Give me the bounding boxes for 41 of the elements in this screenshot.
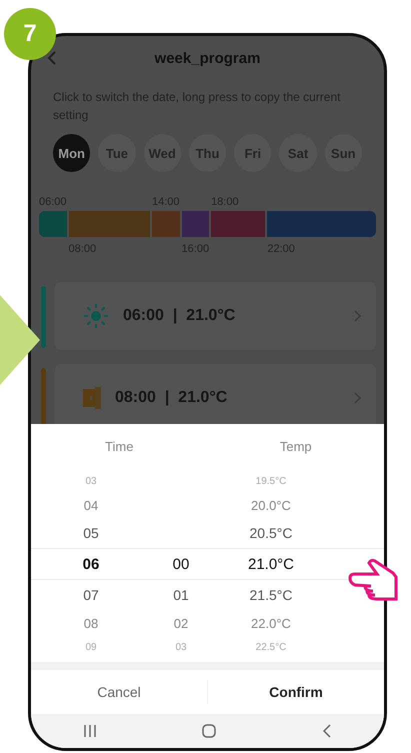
temp-option[interactable]: 20.0°C: [211, 498, 331, 512]
hour-option[interactable]: 07: [31, 587, 151, 603]
program-text: 06:00 | 21.0°C: [123, 307, 236, 325]
program-text: 08:00 | 21.0°C: [115, 389, 228, 407]
cancel-button[interactable]: Cancel: [31, 670, 207, 714]
hour-option[interactable]: 06: [31, 556, 151, 572]
temp-option[interactable]: 21.0°C: [211, 556, 331, 572]
day-tab[interactable]: Mon: [53, 134, 90, 172]
back-icon[interactable]: [322, 724, 331, 738]
step-badge: 7: [4, 8, 56, 60]
hour-option[interactable]: 03: [31, 476, 151, 486]
recent-apps-icon[interactable]: [84, 724, 96, 738]
minute-option[interactable]: 01: [173, 587, 189, 603]
hour-option[interactable]: 09: [31, 642, 151, 652]
sun-icon: [83, 303, 109, 329]
back-icon[interactable]: [47, 51, 57, 65]
hour-option[interactable]: 08: [31, 616, 151, 630]
timeline-segment[interactable]: [267, 211, 376, 237]
temp-option[interactable]: 22.0°C: [211, 616, 331, 630]
hour-option[interactable]: 05: [31, 525, 151, 541]
minute-option[interactable]: 00: [172, 556, 190, 572]
timeline-segment[interactable]: [39, 211, 67, 237]
temp-option[interactable]: 19.5°C: [211, 476, 331, 486]
chevron-icon: [354, 310, 362, 322]
column-header: Temp: [278, 438, 313, 454]
door-icon: [83, 387, 101, 409]
temp-option[interactable]: 20.5°C: [211, 525, 331, 541]
timeline-segment[interactable]: [68, 211, 150, 237]
timeline-segment[interactable]: [211, 211, 266, 237]
temp-option[interactable]: 22.5°C: [211, 642, 331, 652]
column-header: Time: [104, 438, 134, 454]
home-icon[interactable]: [202, 724, 216, 738]
timeline-segment[interactable]: [182, 211, 210, 237]
minute-option[interactable]: 03: [175, 642, 187, 652]
temp-option[interactable]: 21.5°C: [211, 587, 331, 603]
chevron-icon: [354, 392, 362, 404]
minute-option[interactable]: 02: [174, 616, 188, 630]
confirm-button[interactable]: Confirm: [208, 670, 384, 714]
hour-option[interactable]: 04: [31, 498, 151, 512]
timeline-segment[interactable]: [152, 211, 180, 237]
page-title: week_program: [154, 50, 260, 66]
